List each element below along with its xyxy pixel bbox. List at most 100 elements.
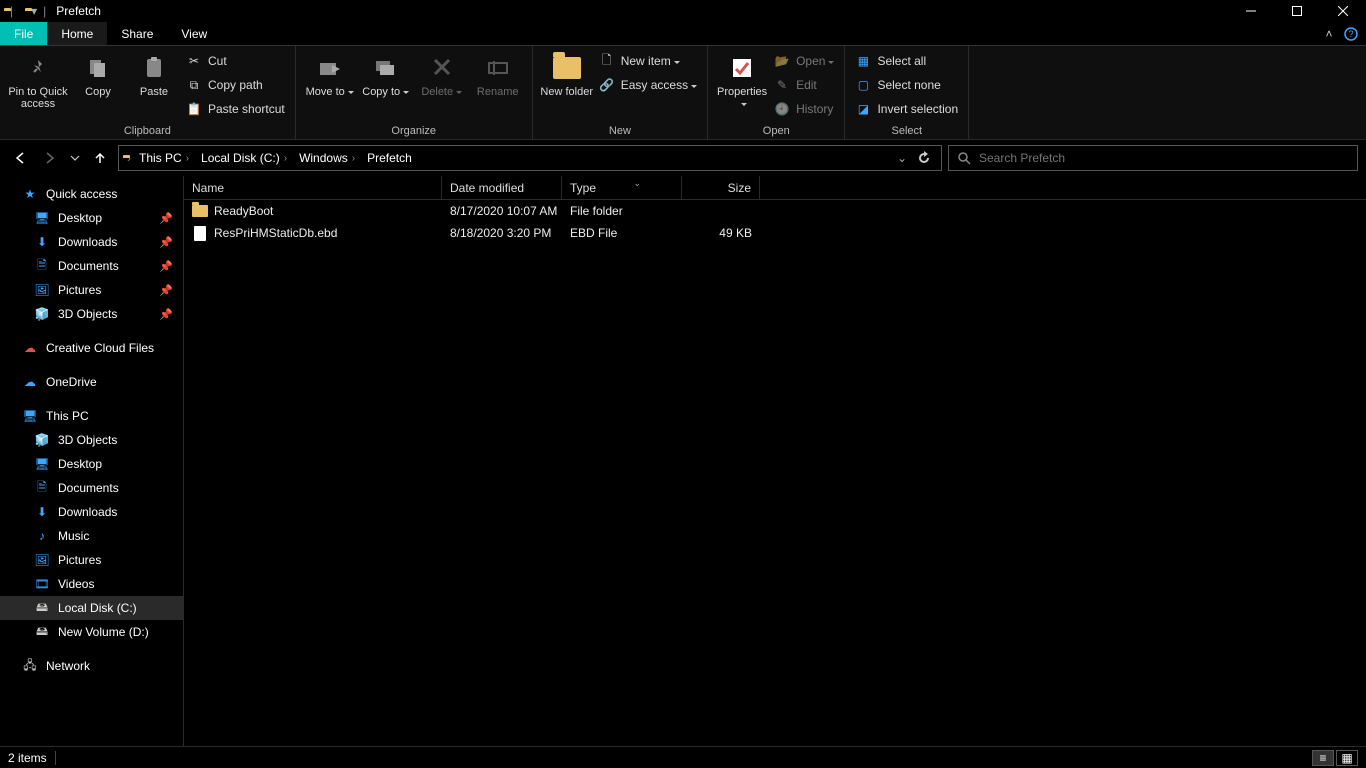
- address-dropdown-icon[interactable]: ⌄: [897, 151, 907, 165]
- nav-this-pc[interactable]: 🖥This PC: [0, 404, 183, 428]
- tab-share[interactable]: Share: [107, 22, 167, 45]
- nav-pc-new-volume-d[interactable]: 🖴New Volume (D:): [0, 620, 183, 644]
- copy-to-button[interactable]: Copy to: [358, 48, 414, 98]
- rename-button[interactable]: Rename: [470, 48, 526, 98]
- pictures-icon: 🖼: [34, 282, 50, 298]
- col-date[interactable]: Date modified: [442, 176, 562, 199]
- tab-view[interactable]: View: [167, 22, 221, 45]
- properties-label: Properties: [714, 86, 770, 110]
- 3d-icon: 🧊: [34, 306, 50, 322]
- open-button[interactable]: 📂Open: [770, 50, 838, 72]
- crumb-windows[interactable]: Windows›: [295, 151, 359, 165]
- move-to-button[interactable]: Move to: [302, 48, 358, 98]
- history-button[interactable]: 🕘History: [770, 98, 838, 120]
- minimize-button[interactable]: [1228, 0, 1274, 22]
- nav-creative-cloud[interactable]: ☁Creative Cloud Files: [0, 336, 183, 360]
- qat-separator: |: [10, 4, 13, 18]
- new-folder-icon: [553, 52, 581, 84]
- cut-button[interactable]: ✂Cut: [182, 50, 289, 72]
- help-button[interactable]: ?: [1340, 22, 1362, 45]
- large-icons-view-button[interactable]: ▦: [1336, 750, 1358, 766]
- search-input[interactable]: [979, 151, 1349, 165]
- select-none-button[interactable]: ▢Select none: [851, 74, 962, 96]
- paste-icon: [144, 52, 164, 84]
- refresh-button[interactable]: [917, 151, 931, 165]
- nav-pc-music[interactable]: ♪Music: [0, 524, 183, 548]
- copy-button[interactable]: Copy: [70, 48, 126, 98]
- new-folder-label: New folder: [540, 86, 593, 98]
- crumb-this-pc[interactable]: This PC›: [135, 151, 193, 165]
- pin-quick-access-button[interactable]: Pin to Quick access: [6, 48, 70, 110]
- col-type[interactable]: Type⌄: [562, 176, 682, 199]
- recent-locations-button[interactable]: [68, 146, 82, 170]
- ribbon-group-select: ▦Select all ▢Select none ◪Invert selecti…: [845, 46, 969, 139]
- file-type: EBD File: [562, 226, 682, 240]
- file-type: File folder: [562, 204, 682, 218]
- svg-text:?: ?: [1348, 29, 1353, 39]
- col-size[interactable]: Size: [682, 176, 760, 199]
- navigation-pane[interactable]: ★Quick access 🖥Desktop📌 ⬇Downloads📌 🗎Doc…: [0, 176, 184, 746]
- delete-label: Delete: [421, 86, 462, 98]
- nav-3d-objects[interactable]: 🧊3D Objects📌: [0, 302, 183, 326]
- forward-button[interactable]: [38, 146, 62, 170]
- nav-pictures[interactable]: 🖼Pictures📌: [0, 278, 183, 302]
- nav-quick-access[interactable]: ★Quick access: [0, 182, 183, 206]
- file-name: ReadyBoot: [214, 204, 273, 218]
- properties-button[interactable]: Properties: [714, 48, 770, 110]
- ribbon: Pin to Quick access Copy Paste ✂Cut ⧉Cop…: [0, 46, 1366, 140]
- nav-pc-desktop[interactable]: 🖥Desktop: [0, 452, 183, 476]
- nav-documents[interactable]: 🗎Documents📌: [0, 254, 183, 278]
- edit-button[interactable]: ✎Edit: [770, 74, 838, 96]
- close-button[interactable]: [1320, 0, 1366, 22]
- easy-access-button[interactable]: 🔗Easy access: [595, 74, 701, 96]
- delete-button[interactable]: Delete: [414, 48, 470, 98]
- nav-desktop[interactable]: 🖥Desktop📌: [0, 206, 183, 230]
- nav-pc-3d[interactable]: 🧊3D Objects: [0, 428, 183, 452]
- paste-label: Paste: [140, 86, 168, 98]
- invert-selection-button[interactable]: ◪Invert selection: [851, 98, 962, 120]
- address-bar[interactable]: › This PC› Local Disk (C:)› Windows› Pre…: [118, 145, 942, 171]
- main-area: ★Quick access 🖥Desktop📌 ⬇Downloads📌 🗎Doc…: [0, 176, 1366, 746]
- history-icon: 🕘: [774, 101, 790, 117]
- search-box[interactable]: [948, 145, 1358, 171]
- paste-button[interactable]: Paste: [126, 48, 182, 98]
- paste-shortcut-icon: 📋: [186, 101, 202, 117]
- nav-network[interactable]: 🖧Network: [0, 654, 183, 678]
- qat-dropdown-icon[interactable]: ▾: [31, 4, 37, 18]
- select-group-label: Select: [851, 123, 962, 139]
- new-item-button[interactable]: 🗋New item: [595, 50, 701, 72]
- file-row[interactable]: ReadyBoot8/17/2020 10:07 AMFile folder: [184, 200, 1366, 222]
- select-all-button[interactable]: ▦Select all: [851, 50, 962, 72]
- copy-path-icon: ⧉: [186, 77, 202, 93]
- nav-pc-downloads[interactable]: ⬇Downloads: [0, 500, 183, 524]
- nav-onedrive[interactable]: ☁OneDrive: [0, 370, 183, 394]
- window-title: Prefetch: [56, 4, 101, 18]
- desktop-icon: 🖥: [34, 456, 50, 472]
- details-view-button[interactable]: ≡: [1312, 750, 1334, 766]
- pin-icon: 📌: [159, 236, 173, 249]
- ribbon-collapse-button[interactable]: ˄: [1318, 22, 1340, 45]
- edit-label: Edit: [796, 78, 817, 92]
- new-folder-button[interactable]: New folder: [539, 48, 595, 98]
- pictures-icon: 🖼: [34, 552, 50, 568]
- ribbon-group-open: Properties 📂Open ✎Edit 🕘History Open: [708, 46, 845, 139]
- back-button[interactable]: [8, 146, 32, 170]
- paste-shortcut-button[interactable]: 📋Paste shortcut: [182, 98, 289, 120]
- ribbon-tabs: File Home Share View ˄ ?: [0, 22, 1366, 46]
- copy-path-button[interactable]: ⧉Copy path: [182, 74, 289, 96]
- crumb-local-disk[interactable]: Local Disk (C:)›: [197, 151, 291, 165]
- tab-home[interactable]: Home: [47, 22, 107, 45]
- pc-icon: 🖥: [22, 408, 38, 424]
- nav-pc-pictures[interactable]: 🖼Pictures: [0, 548, 183, 572]
- nav-pc-documents[interactable]: 🗎Documents: [0, 476, 183, 500]
- file-size: 49 KB: [682, 226, 760, 240]
- nav-pc-videos[interactable]: 🎞Videos: [0, 572, 183, 596]
- nav-downloads[interactable]: ⬇Downloads📌: [0, 230, 183, 254]
- tab-file[interactable]: File: [0, 22, 47, 45]
- col-name[interactable]: Name: [184, 176, 442, 199]
- maximize-button[interactable]: [1274, 0, 1320, 22]
- file-row[interactable]: ResPriHMStaticDb.ebd8/18/2020 3:20 PMEBD…: [184, 222, 1366, 244]
- nav-pc-local-c[interactable]: 🖴Local Disk (C:): [0, 596, 183, 620]
- crumb-prefetch[interactable]: Prefetch: [363, 151, 416, 165]
- up-button[interactable]: [88, 146, 112, 170]
